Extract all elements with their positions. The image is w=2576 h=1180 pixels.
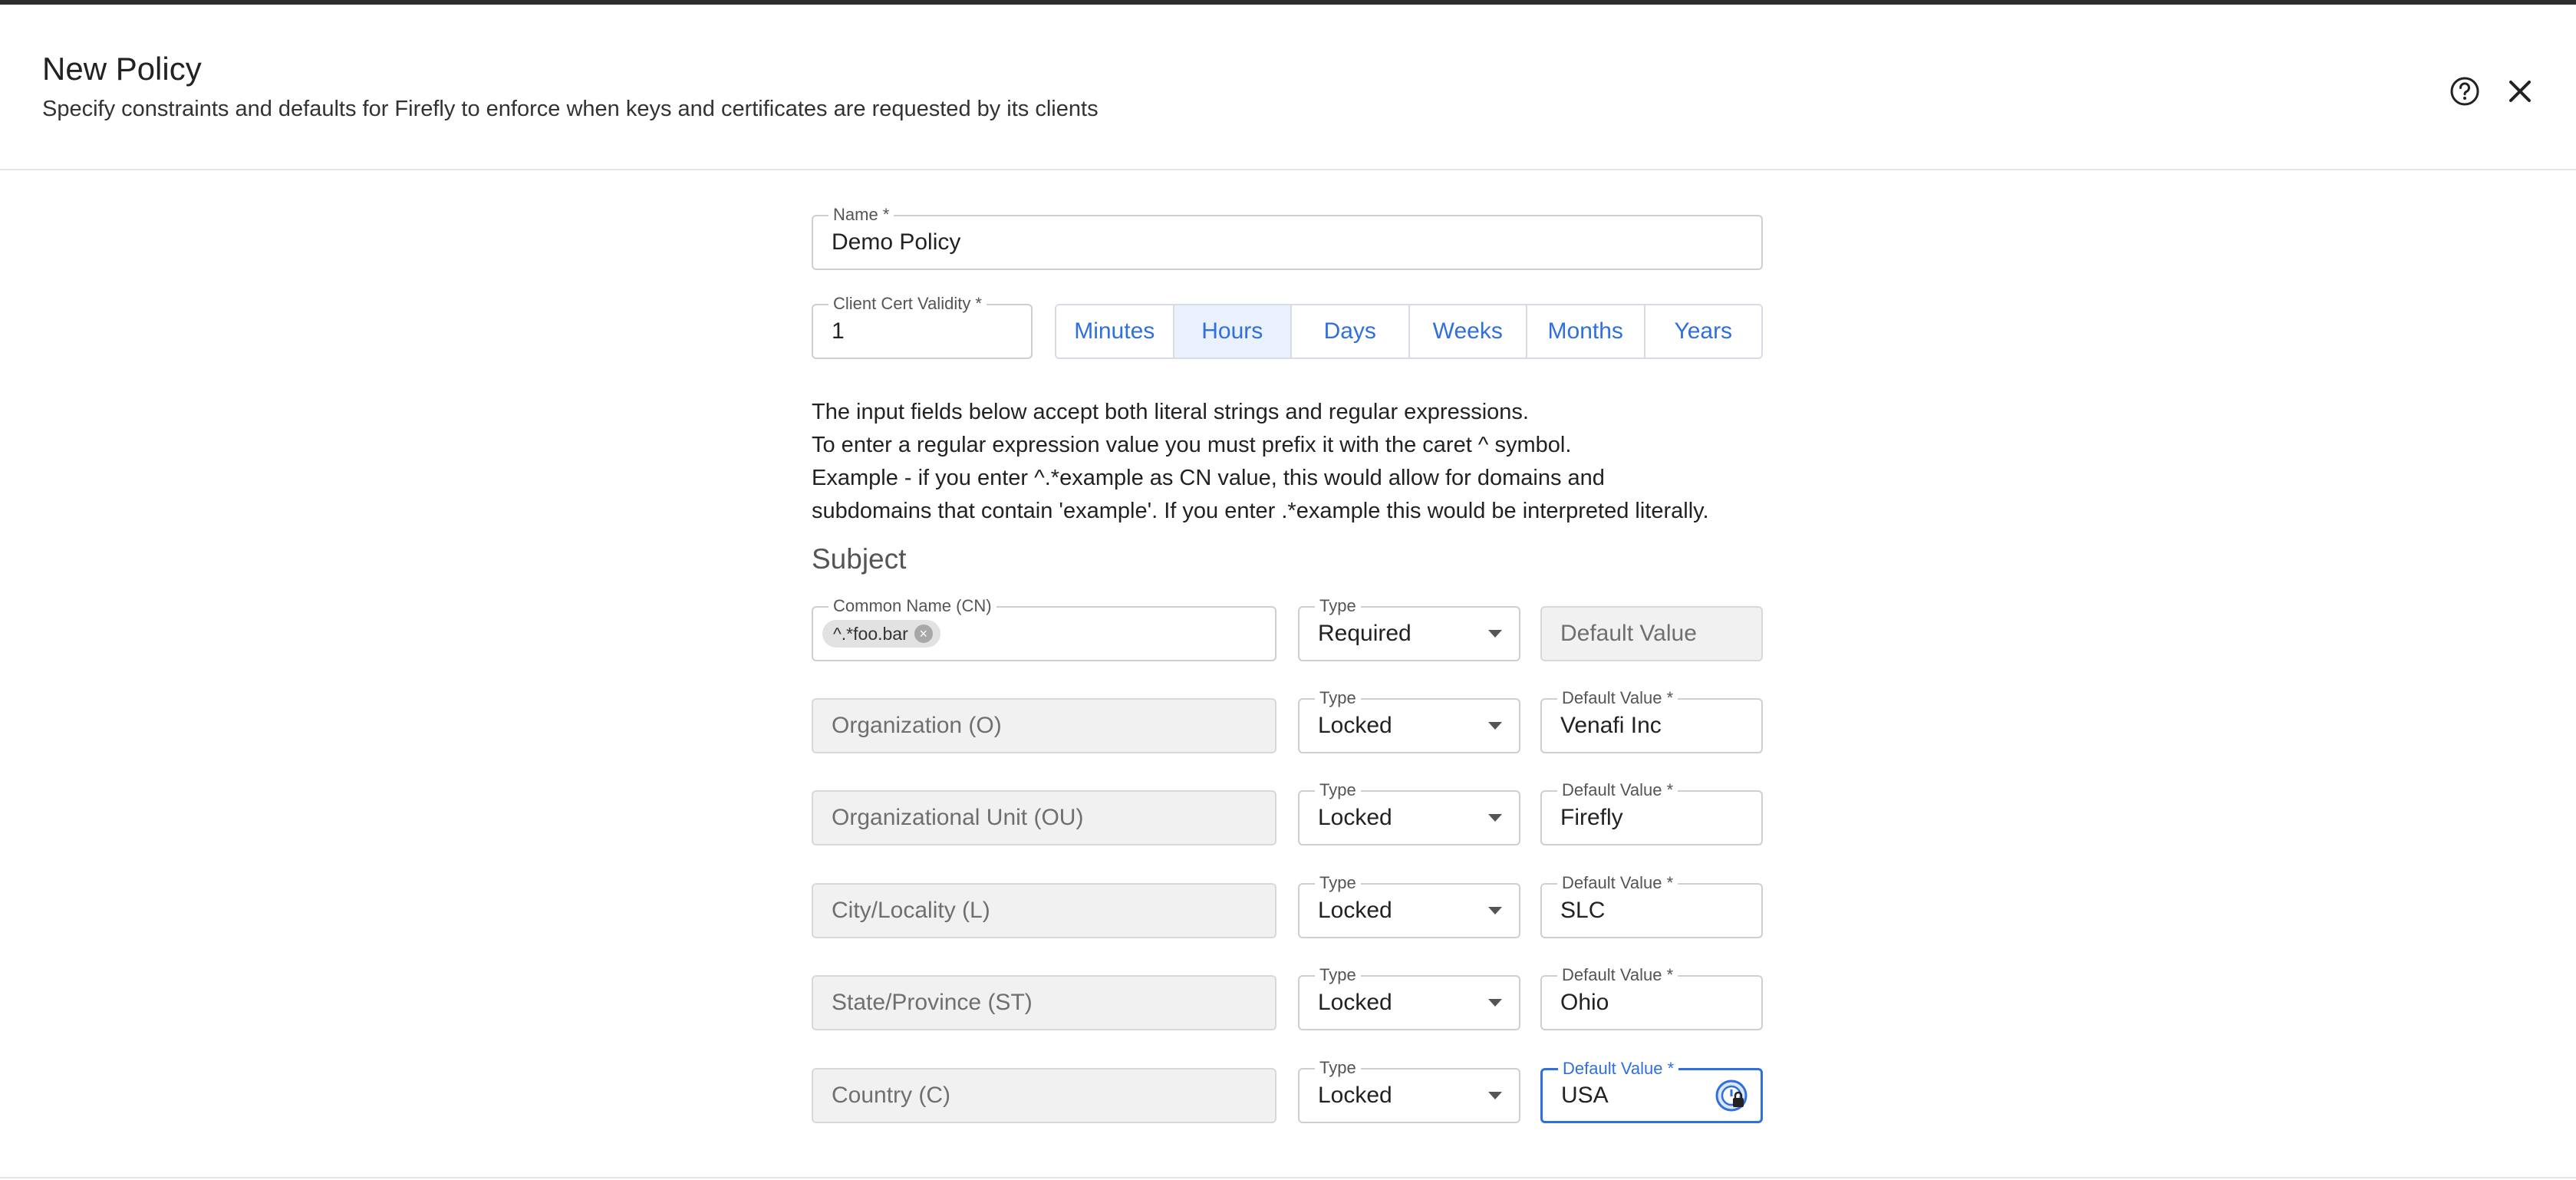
type-value: Locked — [1318, 805, 1392, 830]
attr-label: Organizational Unit (OU) — [832, 805, 1084, 830]
cert-validity-value[interactable]: 1 — [832, 305, 845, 358]
chevron-down-icon — [1488, 814, 1502, 822]
name-value[interactable]: Demo Policy — [832, 216, 960, 269]
cn-chip-label: ^.*foo.bar — [833, 623, 908, 644]
country-field: Country (C) — [812, 1068, 1276, 1123]
attr-label: Organization (O) — [832, 713, 1002, 738]
locality-default-field[interactable]: Default Value * SLC — [1540, 873, 1763, 938]
info-line: To enter a regular expression value you … — [812, 433, 1572, 457]
regex-info-text: The input fields below accept both liter… — [812, 396, 1763, 528]
name-field[interactable]: Name * Demo Policy — [812, 205, 1763, 270]
type-value: Locked — [1318, 713, 1392, 738]
type-value: Required — [1318, 621, 1412, 646]
default-value[interactable]: USA — [1561, 1070, 1609, 1121]
common-name-label: Common Name (CN) — [828, 596, 996, 616]
close-icon[interactable] — [2501, 72, 2539, 110]
chevron-down-icon — [1488, 722, 1502, 730]
attr-label: Country (C) — [832, 1083, 951, 1108]
unit-hours[interactable]: Hours — [1174, 305, 1292, 358]
default-value[interactable]: Firefly — [1560, 792, 1623, 844]
unit-minutes[interactable]: Minutes — [1056, 305, 1174, 358]
org-unit-type-select[interactable]: Type Locked — [1298, 780, 1520, 845]
default-value-placeholder: Default Value — [1560, 621, 1697, 646]
page-title: New Policy — [42, 51, 202, 87]
org-unit-default-field[interactable]: Default Value * Firefly — [1540, 780, 1763, 845]
default-value[interactable]: Ohio — [1560, 977, 1609, 1029]
info-line: The input fields below accept both liter… — [812, 400, 1529, 424]
locality-type-select[interactable]: Type Locked — [1298, 873, 1520, 938]
validity-unit-toggle: Minutes Hours Days Weeks Months Years — [1055, 304, 1763, 359]
country-type-select[interactable]: Type Locked — [1298, 1058, 1520, 1123]
page-subtitle: Specify constraints and defaults for Fir… — [42, 97, 1099, 121]
unit-years[interactable]: Years — [1645, 305, 1761, 358]
dialog-header: New Policy Specify constraints and defau… — [0, 5, 2576, 170]
type-value: Locked — [1318, 898, 1392, 923]
chevron-down-icon — [1488, 999, 1502, 1007]
organization-default-field[interactable]: Default Value * Venafi Inc — [1540, 688, 1763, 753]
state-default-field[interactable]: Default Value * Ohio — [1540, 965, 1763, 1030]
type-value: Locked — [1318, 1083, 1392, 1108]
locality-field: City/Locality (L) — [812, 883, 1276, 938]
org-unit-field: Organizational Unit (OU) — [812, 790, 1276, 845]
chevron-down-icon — [1488, 630, 1502, 638]
password-manager-lock-icon[interactable] — [1715, 1079, 1748, 1112]
country-default-field[interactable]: Default Value * USA — [1540, 1059, 1763, 1123]
section-title-subject: Subject — [812, 543, 907, 575]
unit-months[interactable]: Months — [1527, 305, 1645, 358]
cert-validity-label: Client Cert Validity * — [828, 294, 987, 314]
chevron-down-icon — [1488, 907, 1502, 915]
chip-remove-icon[interactable]: × — [914, 625, 933, 643]
cn-default-field: Default Value — [1540, 606, 1763, 661]
organization-field: Organization (O) — [812, 698, 1276, 753]
footer-divider — [0, 1177, 2576, 1178]
attr-label: State/Province (ST) — [832, 990, 1033, 1015]
attr-label: City/Locality (L) — [832, 898, 990, 923]
unit-days[interactable]: Days — [1292, 305, 1410, 358]
state-type-select[interactable]: Type Locked — [1298, 965, 1520, 1030]
unit-weeks[interactable]: Weeks — [1409, 305, 1527, 358]
state-field: State/Province (ST) — [812, 975, 1276, 1030]
help-icon[interactable] — [2446, 72, 2484, 110]
chevron-down-icon — [1488, 1092, 1502, 1099]
cn-type-select[interactable]: Type Required — [1298, 596, 1520, 661]
default-value[interactable]: Venafi Inc — [1560, 700, 1662, 752]
cn-chip: ^.*foo.bar × — [822, 620, 940, 648]
common-name-field[interactable]: Common Name (CN) ^.*foo.bar × — [812, 596, 1276, 661]
info-line: subdomains that contain 'example'. If yo… — [812, 499, 1709, 523]
default-value[interactable]: SLC — [1560, 885, 1605, 937]
organization-type-select[interactable]: Type Locked — [1298, 688, 1520, 753]
cert-validity-field[interactable]: Client Cert Validity * 1 — [812, 294, 1033, 359]
type-value: Locked — [1318, 990, 1392, 1015]
info-line: Example - if you enter ^.*example as CN … — [812, 466, 1605, 490]
